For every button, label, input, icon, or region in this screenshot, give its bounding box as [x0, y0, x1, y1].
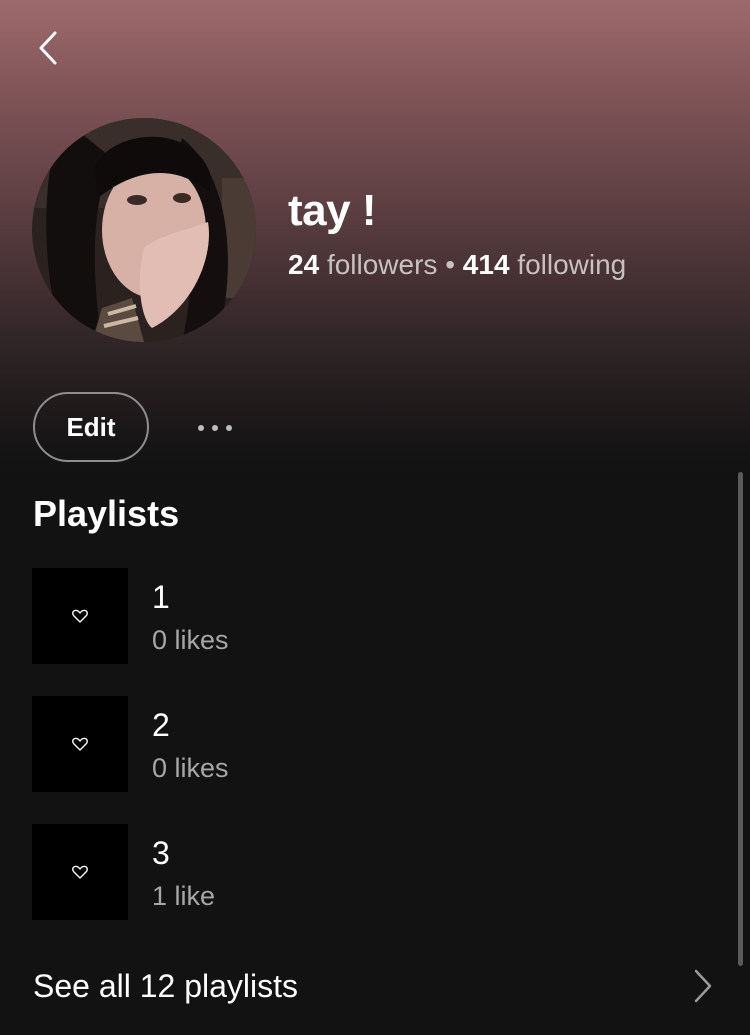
profile-name: tay !	[288, 186, 376, 235]
playlist-likes: 0 likes	[152, 625, 229, 655]
list-item[interactable]: 2 0 likes	[32, 696, 682, 792]
following-count[interactable]: 414	[463, 249, 510, 280]
more-horizontal-icon	[198, 425, 204, 431]
heart-icon	[72, 609, 88, 623]
heart-icon	[72, 865, 88, 879]
follow-stats: 24 followers • 414 following	[288, 248, 626, 282]
section-title: Playlists	[33, 493, 180, 534]
avatar	[32, 118, 256, 342]
playlist-title: 3	[152, 835, 170, 871]
chevron-left-icon	[39, 31, 57, 65]
edit-button[interactable]: Edit	[33, 392, 149, 462]
following-label[interactable]: following	[517, 249, 626, 280]
playlist-likes: 0 likes	[152, 753, 229, 783]
see-all-label: See all 12 playlists	[33, 968, 299, 1004]
playlist-title: 2	[152, 707, 170, 743]
more-dot	[212, 425, 218, 431]
playlist-likes: 1 like	[152, 881, 216, 911]
more-dot	[226, 425, 232, 431]
chevron-right-icon	[694, 969, 712, 1003]
playlist-title: 1	[152, 579, 170, 615]
see-all-playlists-button[interactable]: See all 12 playlists	[0, 950, 750, 1024]
list-item[interactable]: 1 0 likes	[32, 568, 682, 664]
more-options-button[interactable]	[190, 410, 240, 446]
followers-label[interactable]: followers	[327, 249, 437, 280]
list-item[interactable]: 3 1 like	[32, 824, 682, 920]
playlist-cover	[32, 824, 128, 920]
scrollbar[interactable]	[738, 472, 743, 966]
stats-separator: •	[445, 249, 456, 280]
heart-icon	[72, 737, 88, 751]
playlist-cover	[32, 696, 128, 792]
playlist-cover	[32, 568, 128, 664]
followers-count[interactable]: 24	[288, 249, 319, 280]
back-button[interactable]	[30, 28, 66, 68]
